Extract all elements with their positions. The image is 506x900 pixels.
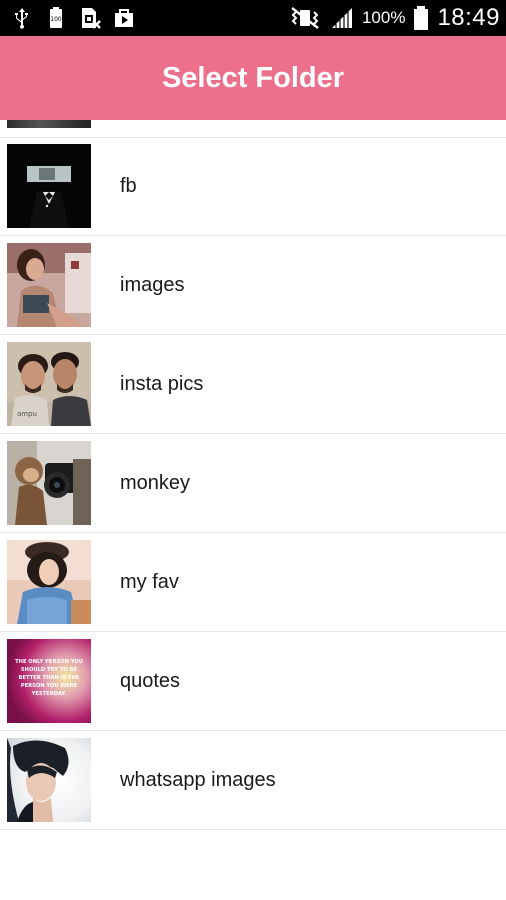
play-store-icon — [115, 9, 133, 27]
svg-text:THE ONLY PERSON YOU: THE ONLY PERSON YOU — [15, 659, 83, 665]
battery-percent: 100% — [361, 8, 406, 27]
list-item[interactable]: my fav — [0, 533, 506, 632]
folder-name: whatsapp images — [120, 769, 276, 791]
svg-text:SHOULD TRY TO BE: SHOULD TRY TO BE — [21, 667, 78, 673]
svg-text:100: 100 — [50, 16, 62, 23]
status-bar-notifications: 100 — [10, 6, 136, 30]
folder-name: insta pics — [120, 373, 204, 395]
thumbnail-image — [7, 738, 91, 822]
folder-name: fb — [120, 175, 137, 197]
page-title: Select Folder — [161, 61, 345, 94]
status-bar: 100 100% 18:49 — [0, 0, 506, 36]
svg-text:YESTERDAY.: YESTERDAY. — [31, 691, 67, 697]
thumbnail-image — [7, 243, 91, 327]
folder-thumbnail — [7, 441, 91, 525]
folder-thumbnail: ampu — [7, 342, 91, 426]
list-item[interactable]: whatsapp images — [0, 731, 506, 830]
list-item-partial[interactable] — [0, 120, 506, 138]
list-item[interactable]: monkey — [0, 434, 506, 533]
battery-100-icon: 100 — [50, 7, 62, 28]
clock: 18:49 — [437, 4, 500, 31]
svg-text:ampu: ampu — [17, 410, 37, 418]
folder-thumbnail — [7, 243, 91, 327]
list-item[interactable]: THE ONLY PERSON YOU SHOULD TRY TO BE BET… — [0, 632, 506, 731]
battery-icon — [414, 6, 429, 30]
thumbnail-image — [7, 144, 91, 228]
sim-error-icon — [82, 8, 101, 29]
list-item[interactable]: ampu insta pics — [0, 335, 506, 434]
thumbnail-image: THE ONLY PERSON YOU SHOULD TRY TO BE BET… — [7, 639, 91, 723]
status-bar-system: 100% 18:49 — [288, 0, 500, 36]
thumbnail-image: ampu — [7, 342, 91, 426]
usb-icon — [15, 8, 28, 29]
folder-thumbnail — [7, 540, 91, 624]
folder-thumbnail — [7, 738, 91, 822]
thumbnail-image — [7, 540, 91, 624]
list-item[interactable]: images — [0, 236, 506, 335]
list-item[interactable]: fb — [0, 137, 506, 236]
app-bar: Select Folder — [0, 36, 506, 120]
folder-name: quotes — [120, 670, 181, 692]
folder-name: monkey — [120, 472, 191, 494]
thumbnail-image — [7, 441, 91, 525]
svg-text:PERSON YOU WERE: PERSON YOU WERE — [21, 683, 78, 689]
folder-thumbnail: THE ONLY PERSON YOU SHOULD TRY TO BE BET… — [7, 639, 91, 723]
folder-thumbnail — [7, 120, 91, 128]
vibrate-mute-icon — [291, 7, 319, 29]
folder-name: images — [120, 274, 185, 296]
svg-text:BETTER THAN IS THE: BETTER THAN IS THE — [19, 675, 80, 681]
signal-icon — [331, 8, 352, 28]
folder-list[interactable]: fb images ampu insta pics monkey my fav … — [0, 120, 506, 900]
folder-thumbnail — [7, 144, 91, 228]
folder-name: my fav — [120, 571, 179, 593]
